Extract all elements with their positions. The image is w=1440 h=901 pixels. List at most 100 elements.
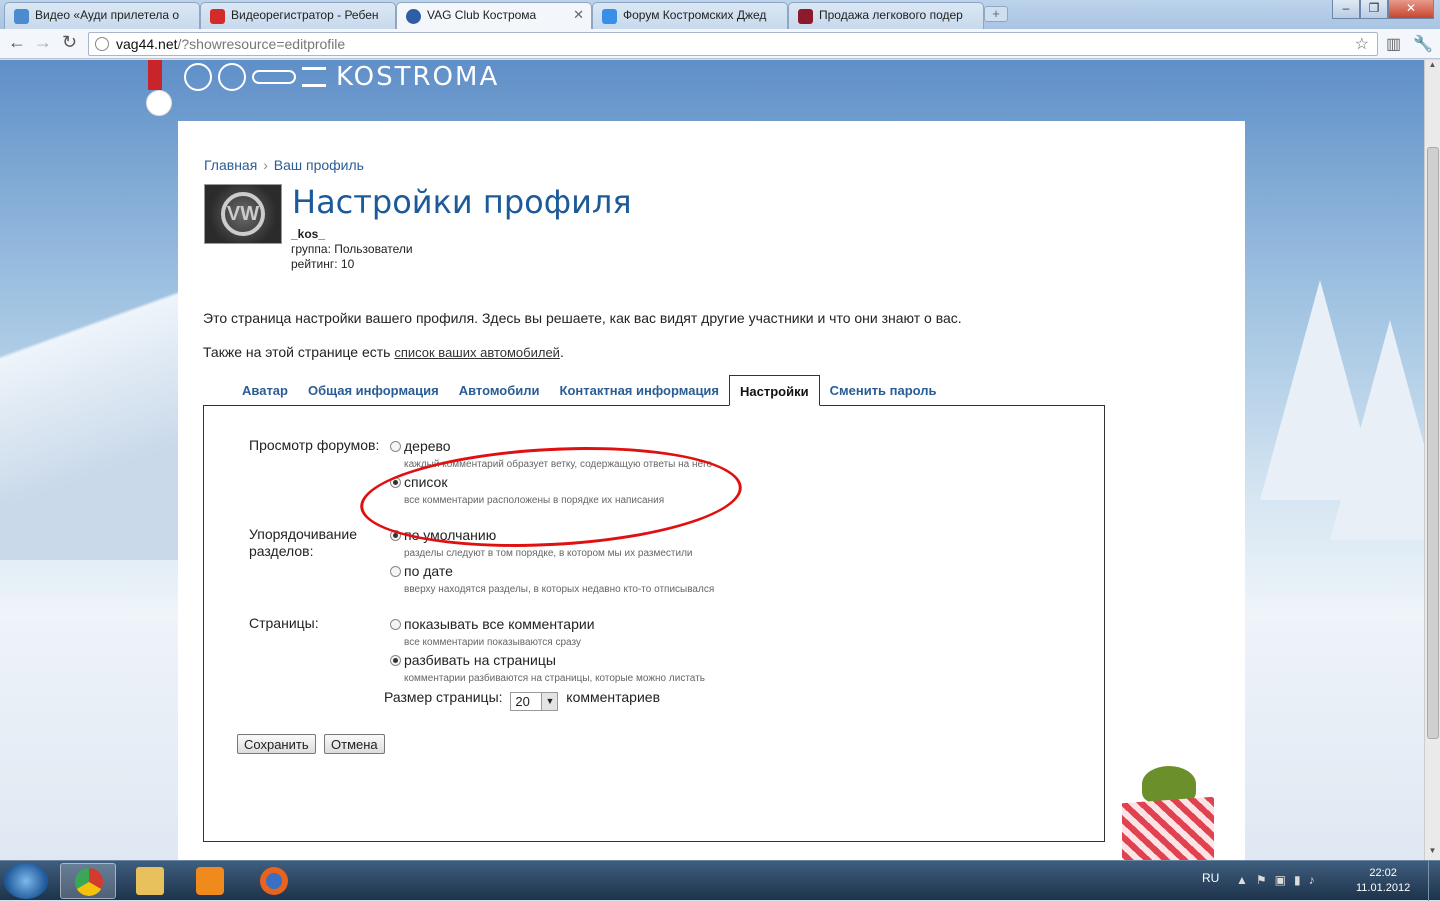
window-controls: – ❐ ✕ [1332, 0, 1434, 20]
skoda-logo-icon [218, 63, 246, 91]
tab-cars[interactable]: Автомобили [449, 375, 550, 406]
tab-settings[interactable]: Настройки [729, 375, 820, 406]
browser-tab-title: Видеорегистратор - Ребен [231, 8, 379, 22]
scroll-up-icon[interactable]: ▲ [1425, 60, 1440, 74]
intro-cars-suffix: . [559, 344, 564, 360]
scroll-down-icon[interactable]: ▼ [1425, 846, 1440, 860]
chevron-down-icon[interactable]: ▼ [541, 693, 558, 710]
site-logo[interactable]: KOSTROMA [184, 62, 499, 92]
breadcrumb-profile-link[interactable]: Ваш профиль [274, 157, 364, 173]
santa-hat-pompom [146, 90, 172, 116]
taskbar-chrome[interactable] [60, 863, 116, 899]
taskbar-clock[interactable]: 22:02 11.01.2012 [1356, 866, 1410, 896]
breadcrumb-separator: › [263, 157, 268, 173]
gift-box [1122, 796, 1214, 860]
taskbar-media-player[interactable] [182, 863, 238, 899]
browser-tab[interactable]: Форум Костромских Джед [592, 2, 788, 29]
minimize-icon[interactable]: – [1332, 0, 1360, 19]
browser-tab[interactable]: Видео «Ауди прилетела о [4, 2, 200, 29]
audi-logo-icon [252, 70, 296, 84]
avatar: VW [204, 184, 282, 244]
new-tab-button[interactable]: + [984, 6, 1008, 22]
breadcrumb-home-link[interactable]: Главная [204, 157, 257, 173]
page-info-icon[interactable] [95, 37, 109, 51]
option-label: дерево [404, 438, 451, 454]
breadcrumb: Главная › Ваш профиль [204, 157, 364, 173]
page-size-value: 20 [515, 694, 530, 709]
tab-change-password[interactable]: Сменить пароль [820, 375, 947, 406]
user-meta: группа: Пользователи рейтинг: 10 [291, 242, 413, 272]
page-viewport: KOSTROMA Главная › Ваш профиль VW Настро… [0, 60, 1424, 860]
santa-hat-decoration [148, 60, 162, 90]
windows-start-icon[interactable] [4, 863, 48, 899]
browser-tab-title: Видео «Ауди прилетела о [35, 8, 180, 22]
window-close-icon[interactable]: ✕ [1388, 0, 1434, 19]
taskbar: RU ▲⚑▣▮♪ 22:02 11.01.2012 [0, 860, 1440, 901]
taskbar-explorer[interactable] [122, 863, 178, 899]
address-bar[interactable]: vag44.net/?showresource=editprofile ☆ [88, 32, 1378, 56]
save-button[interactable]: Сохранить [237, 734, 316, 754]
wrench-icon[interactable]: 🔧 [1413, 34, 1433, 54]
folder-icon [136, 867, 164, 895]
gift-bow [1142, 766, 1196, 802]
option-label: по дате [404, 563, 453, 579]
browser-tab-active[interactable]: VAG Club Кострома ✕ [396, 2, 592, 30]
page-size-suffix: комментариев [566, 689, 661, 705]
show-desktop-button[interactable] [1428, 861, 1440, 901]
page-scrollbar[interactable]: ▲ ▼ [1424, 60, 1440, 860]
taskbar-firefox[interactable] [246, 863, 302, 899]
page-size-select[interactable]: 20 ▼ [510, 692, 559, 711]
forward-arrow-icon[interactable]: → [34, 32, 52, 53]
page-title: Настройки профиля [292, 183, 632, 221]
maximize-icon[interactable]: ❐ [1360, 0, 1388, 19]
tab-contact-info[interactable]: Контактная информация [550, 375, 729, 406]
bookmark-star-icon[interactable]: ☆ [1355, 34, 1369, 54]
reload-icon[interactable]: ↻ [62, 32, 77, 53]
section-order-date-option[interactable]: по дате [390, 563, 453, 579]
scrollbar-thumb[interactable] [1427, 147, 1439, 739]
radio-tree[interactable] [390, 441, 401, 452]
radio-show-all[interactable] [390, 619, 401, 630]
browser-tab-title: VAG Club Кострома [427, 8, 537, 22]
vw-avatar-icon: VW [221, 192, 265, 236]
forum-view-tree-option[interactable]: дерево [390, 438, 451, 454]
background-tree [1330, 320, 1424, 540]
browser-tab-strip: Видео «Ауди прилетела о Видеорегистратор… [0, 0, 1440, 30]
browser-tab[interactable]: Продажа легкового подер [788, 2, 984, 29]
clock-date: 11.01.2012 [1356, 882, 1411, 894]
pages-label: Страницы: [249, 615, 319, 631]
vw-favicon-icon [406, 9, 421, 24]
back-arrow-icon[interactable]: ← [8, 32, 26, 53]
intro-cars-text: Также на этой странице есть список ваших… [203, 344, 564, 360]
url-host: vag44.net [116, 36, 178, 52]
option-hint: разделы следуют в том порядке, в котором… [404, 548, 693, 559]
clock-time: 22:02 [1369, 867, 1397, 879]
stats-icon[interactable]: ▥ [1386, 34, 1401, 54]
system-tray-icons[interactable]: ▲⚑▣▮♪ [1236, 873, 1323, 887]
tab-general-info[interactable]: Общая информация [298, 375, 449, 406]
gift-decoration [1104, 766, 1220, 860]
seat-logo-icon [302, 67, 326, 87]
pages-paginate-option[interactable]: разбивать на страницы [390, 652, 556, 668]
forum-view-label: Просмотр форумов: [249, 437, 380, 453]
my-cars-link[interactable]: список ваших автомобилей [394, 345, 560, 360]
browser-tab-title: Форум Костромских Джед [623, 8, 767, 22]
forum-favicon-icon [602, 9, 617, 24]
tab-avatar[interactable]: Аватар [232, 375, 298, 406]
radio-by-date[interactable] [390, 566, 401, 577]
radio-paginate[interactable] [390, 655, 401, 666]
pages-show-all-option[interactable]: показывать все комментарии [390, 616, 595, 632]
cancel-button[interactable]: Отмена [324, 734, 385, 754]
browser-tab[interactable]: Видеорегистратор - Ребен [200, 2, 396, 29]
intro-cars-prefix: Также на этой странице есть [203, 344, 395, 360]
vw-logo-icon [184, 63, 212, 91]
browser-toolbar: ← → ↻ vag44.net/?showresource=editprofil… [0, 29, 1440, 59]
language-indicator[interactable]: RU [1202, 871, 1219, 885]
car-favicon-icon [798, 9, 813, 24]
user-rating: рейтинг: 10 [291, 257, 355, 271]
page-size-row: Размер страницы: 20 ▼ комментариев [384, 689, 660, 711]
intro-text: Это страница настройки вашего профиля. З… [203, 310, 962, 326]
media-player-icon [196, 867, 224, 895]
option-hint: все комментарии показываются сразу [404, 637, 581, 648]
close-tab-icon[interactable]: ✕ [573, 7, 584, 23]
